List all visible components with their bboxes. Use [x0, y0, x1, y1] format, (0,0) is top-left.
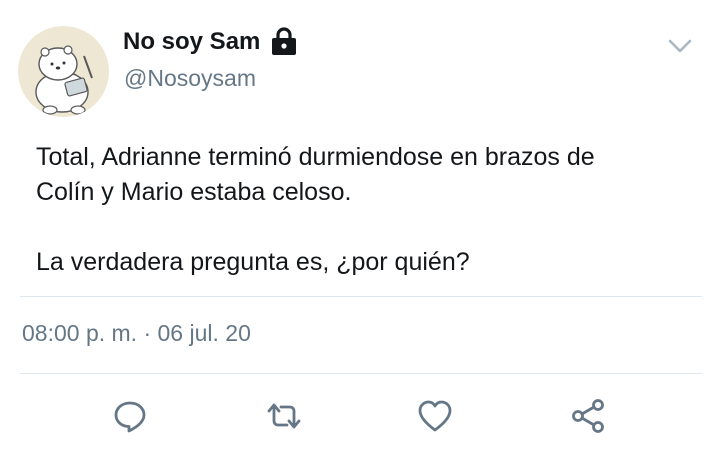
tweet-text: Total, Adrianne terminó durmiendose en b… [36, 140, 696, 280]
divider [20, 296, 702, 297]
user-handle[interactable]: @Nosoysam [124, 65, 256, 92]
retweet-icon [267, 403, 301, 429]
retweet-button[interactable] [264, 396, 304, 436]
polar-bear-avatar-icon [35, 45, 93, 115]
tweet-timestamp[interactable]: 08:00 p. m. · 06 jul. 20 [22, 320, 251, 347]
reply-icon [114, 401, 146, 433]
display-name[interactable]: No soy Sam [123, 28, 260, 56]
divider [20, 373, 702, 374]
tweet-card: No soy Sam @Nosoysam Total, Adrianne ter… [0, 0, 720, 451]
like-button[interactable] [415, 396, 455, 436]
lock-icon [272, 27, 296, 55]
share-icon [572, 399, 604, 433]
tweet-text-line: La verdadera pregunta es, ¿por quién? [36, 248, 470, 276]
share-button[interactable] [568, 396, 608, 436]
tweet-text-line: Colín y Mario estaba celoso. [36, 178, 352, 206]
chevron-down-icon[interactable] [666, 34, 694, 58]
heart-icon [418, 400, 452, 432]
tweet-text-line: Total, Adrianne terminó durmiendose en b… [36, 143, 595, 171]
avatar[interactable] [18, 26, 109, 117]
reply-button[interactable] [110, 396, 150, 436]
